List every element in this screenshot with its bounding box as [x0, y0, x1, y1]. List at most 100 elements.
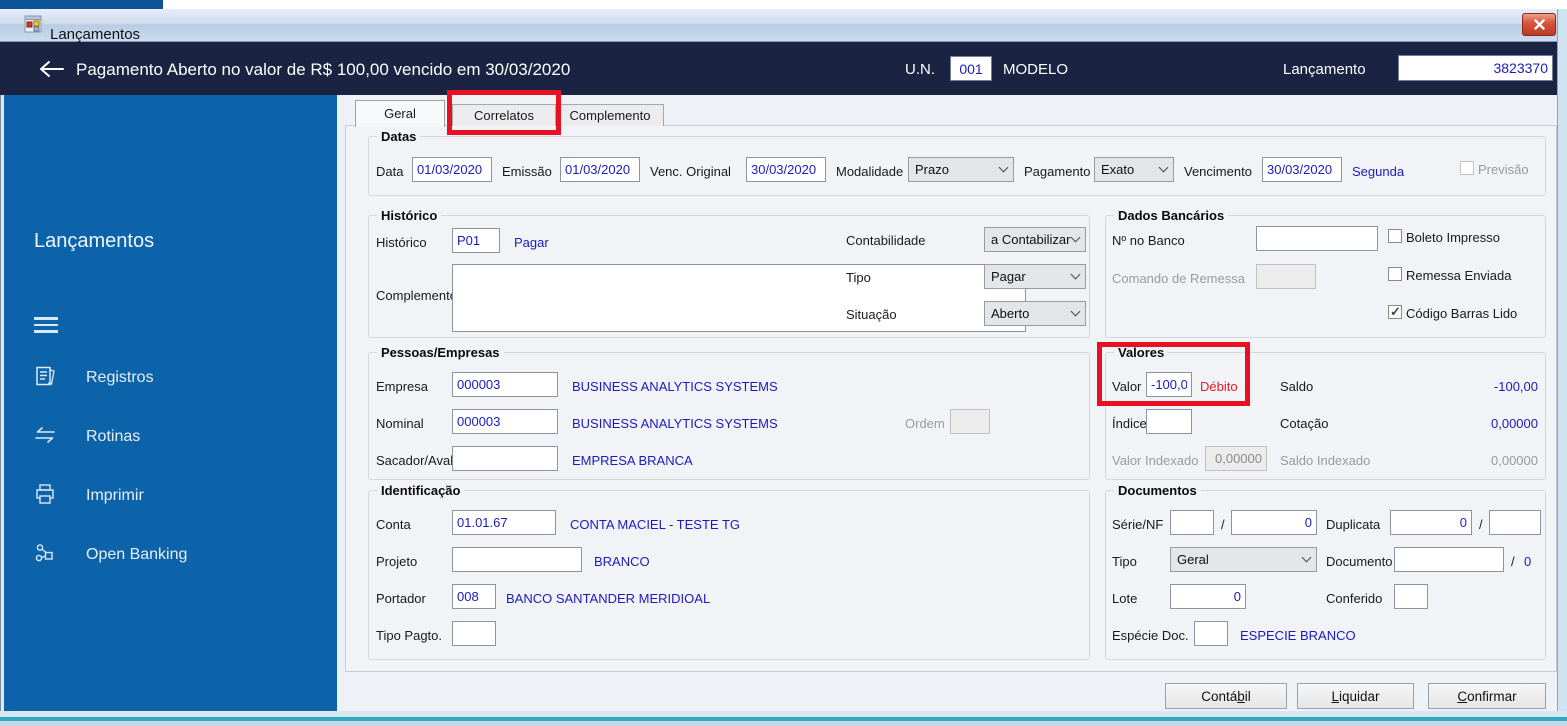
modalidade-label: Modalidade: [836, 164, 904, 179]
situacao-value: Aberto: [991, 306, 1030, 321]
portador-label: Portador: [376, 591, 426, 606]
liquidar-label-post: iquidar: [1338, 689, 1380, 704]
cotacao-value: 0,00000: [1491, 416, 1538, 431]
chevron-down-icon: [1070, 306, 1081, 317]
close-icon: [1533, 19, 1545, 30]
portador-nome: BANCO SANTANDER MERIDIOAL: [506, 591, 711, 606]
sacador-field[interactable]: [452, 446, 558, 471]
conta-nome: CONTA MACIEL - TESTE TG: [570, 517, 740, 532]
tab-complemento[interactable]: Complemento: [556, 104, 664, 126]
serie-num-field[interactable]: [1231, 510, 1317, 535]
tab-geral-label: Geral: [384, 106, 416, 121]
venc-original-label: Venc. Original: [650, 164, 731, 179]
background-window-strip: [0, 0, 163, 9]
groupbox-identificacao-title: Identificação: [377, 483, 465, 498]
valor-label: Valor: [1112, 379, 1142, 394]
pagamento-value: Exato: [1101, 162, 1135, 177]
duplicata-field[interactable]: [1390, 510, 1472, 535]
pagamento-dropdown[interactable]: Exato: [1094, 157, 1174, 182]
close-button[interactable]: [1522, 13, 1556, 36]
portador-field[interactable]: [452, 584, 496, 609]
hamburger-menu-icon[interactable]: [34, 317, 58, 334]
serie-field[interactable]: [1170, 510, 1214, 535]
weekday-label: Segunda: [1352, 164, 1405, 179]
duplicata-seq-field[interactable]: [1489, 510, 1541, 535]
back-arrow-icon[interactable]: [36, 59, 66, 79]
codigo-barras-label: Código Barras Lido: [1406, 306, 1518, 321]
saldo-indexado-label: Saldo Indexado: [1280, 453, 1371, 468]
vencimento-label: Vencimento: [1184, 164, 1252, 179]
valor-field[interactable]: [1146, 372, 1192, 397]
chevron-down-icon: [1070, 269, 1081, 280]
contabilidade-label: Contabilidade: [846, 233, 926, 248]
nominal-nome: BUSINESS ANALYTICS SYSTEMS: [572, 416, 778, 431]
conta-field[interactable]: [452, 510, 556, 535]
registros-icon: [36, 366, 55, 386]
data-field[interactable]: [412, 157, 492, 182]
tipo-pagto-field[interactable]: [452, 621, 496, 646]
window-titlebar: Lançamentos: [0, 9, 1567, 43]
lancamento-number-field[interactable]: [1398, 55, 1553, 81]
sidebar-item-imprimir[interactable]: Imprimir: [26, 483, 316, 523]
tipo-label: Tipo: [846, 270, 871, 285]
app-window: Lançamentos Pagamento Aberto no valor de…: [0, 0, 1567, 726]
saldo-value: -100,00: [1493, 379, 1538, 394]
sidebar-item-label: Imprimir: [86, 487, 144, 504]
emissao-label: Emissão: [502, 164, 552, 179]
lote-label: Lote: [1112, 591, 1138, 606]
groupbox-dados-bancarios-title: Dados Bancários: [1114, 208, 1229, 223]
modalidade-dropdown[interactable]: Prazo: [908, 157, 1014, 182]
contabil-label-post: il: [1244, 689, 1251, 704]
situacao-dropdown[interactable]: Aberto: [984, 301, 1086, 326]
n-banco-field[interactable]: [1256, 226, 1378, 251]
debito-indicator: Débito: [1200, 379, 1238, 394]
sidebar-item-rotinas[interactable]: Rotinas: [26, 424, 316, 464]
conferido-field[interactable]: [1394, 584, 1428, 609]
sidebar-item-registros[interactable]: Registros: [26, 365, 316, 405]
un-code-field[interactable]: [950, 56, 992, 81]
comando-remessa-field: [1256, 264, 1316, 289]
lote-field[interactable]: [1170, 584, 1246, 609]
ordem-label: Ordem: [905, 416, 945, 431]
contabil-label-key: b: [1237, 689, 1245, 704]
boleto-impresso-checkbox[interactable]: [1388, 229, 1402, 243]
window-frame-bottom-edge: [0, 721, 1567, 726]
vencimento-field[interactable]: [1262, 157, 1342, 182]
doc-tipo-dropdown[interactable]: Geral: [1170, 547, 1317, 572]
complemento-textarea[interactable]: [452, 264, 1026, 332]
tab-correlatos-label: Correlatos: [474, 108, 534, 123]
especie-field[interactable]: [1194, 621, 1228, 646]
projeto-field[interactable]: [452, 547, 582, 572]
previsao-label: Previsão: [1478, 162, 1529, 177]
contabil-button[interactable]: Contábil: [1165, 683, 1287, 709]
nominal-code-field[interactable]: [452, 409, 558, 434]
liquidar-button[interactable]: Liquidar: [1297, 683, 1414, 709]
sidebar-item-label: Open Banking: [86, 546, 188, 563]
chevron-down-icon: [1070, 232, 1081, 243]
codigo-barras-checkbox[interactable]: [1388, 304, 1402, 320]
cotacao-label: Cotação: [1280, 416, 1329, 431]
venc-original-field[interactable]: [746, 157, 826, 182]
remessa-enviada-label: Remessa Enviada: [1406, 268, 1512, 283]
remessa-enviada-checkbox[interactable]: [1388, 267, 1402, 281]
projeto-label: Projeto: [376, 554, 418, 569]
confirmar-button[interactable]: Confirmar: [1428, 683, 1546, 709]
indice-field[interactable]: [1146, 409, 1192, 434]
empresa-nome: BUSINESS ANALYTICS SYSTEMS: [572, 379, 778, 394]
situacao-label: Situação: [846, 307, 897, 322]
historico-label: Histórico: [376, 235, 427, 250]
pagamento-label: Pagamento: [1024, 164, 1091, 179]
tipo-dropdown[interactable]: Pagar: [984, 264, 1086, 289]
sidebar-item-open-banking[interactable]: Open Banking: [26, 542, 316, 582]
saldo-label: Saldo: [1280, 379, 1314, 394]
empresa-code-field[interactable]: [452, 372, 558, 397]
emissao-field[interactable]: [560, 157, 640, 182]
contabilidade-dropdown[interactable]: a Contabilizar: [984, 227, 1086, 252]
slash-separator: /: [1479, 517, 1483, 532]
historico-code-field[interactable]: [452, 228, 500, 253]
window-title: Lançamentos: [50, 26, 141, 43]
un-label: U.N.: [905, 61, 935, 78]
tab-correlatos[interactable]: Correlatos: [452, 104, 556, 126]
tab-geral[interactable]: Geral: [355, 100, 445, 127]
documento-field[interactable]: [1394, 547, 1504, 572]
